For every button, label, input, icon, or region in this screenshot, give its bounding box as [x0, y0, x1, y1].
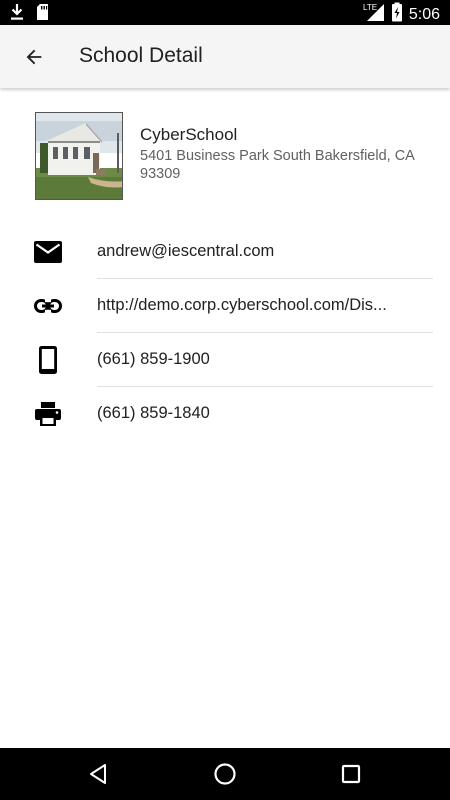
school-photo: [35, 112, 123, 200]
system-nav-bar: [0, 748, 450, 800]
page-title: School Detail: [79, 44, 203, 67]
status-bar: LTE 5:06: [0, 0, 450, 25]
phone-icon: [34, 346, 62, 374]
back-nav-icon: [90, 764, 106, 784]
sd-card-icon: [36, 3, 49, 26]
link-icon: [34, 292, 62, 320]
email-row[interactable]: andrew@iescentral.com: [0, 225, 450, 279]
contact-list: andrew@iescentral.com http://demo.corp.c…: [0, 225, 450, 441]
back-button[interactable]: [20, 43, 48, 71]
email-text[interactable]: andrew@iescentral.com: [97, 242, 274, 261]
signal-icon: LTE: [363, 2, 385, 27]
phone-row[interactable]: (661) 859-1900: [0, 333, 450, 387]
status-time: 5:06: [408, 5, 440, 23]
school-name: CyberSchool: [140, 125, 238, 144]
battery-charging-icon: [391, 2, 403, 27]
recents-nav-icon: [341, 764, 361, 784]
website-link[interactable]: http://demo.corp.cyberschool.com/Dis...: [97, 296, 387, 315]
email-icon: [34, 238, 62, 266]
arrow-back-icon: [26, 49, 42, 65]
app-bar: School Detail: [0, 25, 450, 88]
website-row[interactable]: http://demo.corp.cyberschool.com/Dis...: [0, 279, 450, 333]
school-header: CyberSchool 5401 Business Park South Bak…: [35, 112, 435, 202]
download-icon: [10, 3, 24, 26]
fax-row[interactable]: (661) 859-1840: [0, 387, 450, 441]
fax-text[interactable]: (661) 859-1840: [97, 404, 210, 423]
nav-recents-button[interactable]: [338, 761, 364, 787]
fax-icon: [34, 400, 62, 428]
nav-back-button[interactable]: [85, 761, 111, 787]
home-nav-icon: [214, 763, 236, 785]
school-address: 5401 Business Park South Bakersfield, CA…: [140, 148, 415, 182]
svg-text:LTE: LTE: [363, 3, 377, 12]
nav-home-button[interactable]: [212, 761, 238, 787]
phone-text[interactable]: (661) 859-1900: [97, 350, 210, 369]
